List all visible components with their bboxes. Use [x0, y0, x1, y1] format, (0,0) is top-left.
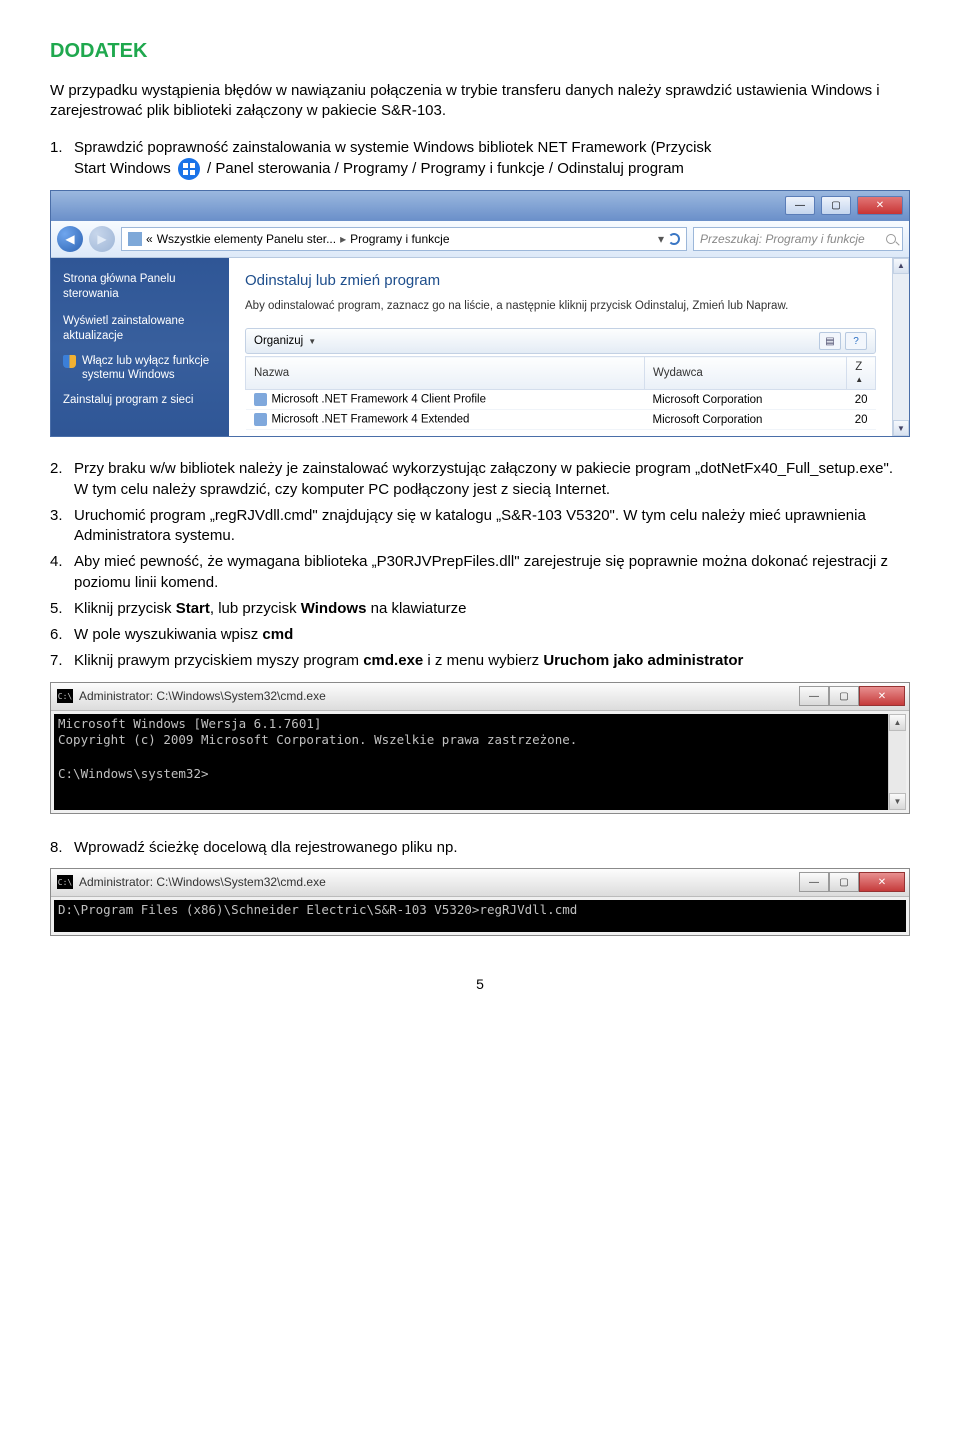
table-row[interactable]: Microsoft .NET Framework 4 Extended Micr… — [246, 410, 876, 430]
intro-text: W przypadku wystąpienia błędów w nawiąza… — [50, 81, 910, 122]
cmd-title-text: Administrator: C:\Windows\System32\cmd.e… — [79, 689, 793, 703]
app-icon — [254, 413, 267, 426]
maximize-button[interactable]: ▢ — [829, 872, 859, 892]
col-publisher[interactable]: Wydawca — [645, 357, 847, 390]
scroll-down-icon[interactable]: ▼ — [893, 420, 909, 436]
window-titlebar: — ▢ ✕ — [51, 191, 909, 221]
cmd-output: D:\Program Files (x86)\Schneider Electri… — [54, 900, 906, 932]
programs-table: Nazwa Wydawca Z ▲ Microsoft .NET Framewo… — [245, 356, 876, 430]
sidebar-link-updates[interactable]: Wyświetl zainstalowaneaktualizacje — [63, 314, 217, 344]
step-8: 8.Wprowadź ścieżkę docelową dla rejestro… — [50, 838, 910, 858]
dropdown-icon: ▼ — [308, 337, 316, 346]
search-input[interactable]: Przeszukaj: Programy i funkcje — [693, 227, 903, 251]
maximize-button[interactable]: ▢ — [829, 686, 859, 706]
step-6: 6. W pole wyszukiwania wpisz cmd — [50, 625, 910, 645]
breadcrumb-segment-2[interactable]: Programy i funkcje — [350, 232, 449, 246]
cmd-titlebar: C:\ Administrator: C:\Windows\System32\c… — [51, 869, 909, 897]
cmd-icon: C:\ — [57, 689, 73, 703]
cmd-title-text: Administrator: C:\Windows\System32\cmd.e… — [79, 875, 793, 889]
breadcrumb-dropdown-icon[interactable]: ▾ — [658, 232, 664, 246]
minimize-button[interactable]: — — [785, 196, 815, 215]
list-toolbar: Organizuj▼ ▤ ? — [245, 328, 876, 354]
chevron-right-icon: ▸ — [340, 232, 346, 246]
cmd-window-2: C:\ Administrator: C:\Windows\System32\c… — [50, 868, 910, 936]
app-icon — [254, 393, 267, 406]
minimize-button[interactable]: — — [799, 686, 829, 706]
cmd-output: Microsoft Windows [Wersja 6.1.7601] Copy… — [54, 714, 888, 810]
control-panel-window: — ▢ ✕ ◀ ▶ « Wszystkie elementy Panelu st… — [50, 190, 910, 438]
step1-text-a: Sprawdzić poprawność zainstalowania w sy… — [74, 139, 711, 156]
minimize-button[interactable]: — — [799, 872, 829, 892]
sidebar: Strona główna Panelusterowania Wyświetl … — [51, 258, 229, 437]
control-panel-icon — [128, 232, 142, 246]
table-row[interactable]: Microsoft .NET Framework 4 Client Profil… — [246, 390, 876, 410]
step1-text-c: / Panel sterowania / Programy / Programy… — [207, 160, 684, 177]
step-4: 4.Aby mieć pewność, że wymagana bibliote… — [50, 552, 910, 593]
step-2: 2.Przy braku w/w bibliotek należy je zai… — [50, 459, 910, 500]
sidebar-link-features[interactable]: Włącz lub wyłącz funkcjesystemu Windows — [63, 354, 217, 384]
main-heading: Odinstaluj lub zmień program — [245, 272, 876, 289]
step1-text-b: Start Windows — [74, 160, 171, 177]
col-name[interactable]: Nazwa — [246, 357, 645, 390]
windows-logo-icon — [178, 158, 200, 180]
back-button[interactable]: ◀ — [57, 226, 83, 252]
cmd-titlebar: C:\ Administrator: C:\Windows\System32\c… — [51, 683, 909, 711]
search-icon — [886, 234, 896, 244]
cmd-icon: C:\ — [57, 875, 73, 889]
sidebar-home-link[interactable]: Strona główna Panelusterowania — [63, 272, 217, 302]
breadcrumb[interactable]: « Wszystkie elementy Panelu ster... ▸ Pr… — [121, 227, 687, 251]
sidebar-link-network-install[interactable]: Zainstaluj program z sieci — [63, 393, 217, 408]
step-3: 3.Uruchomić program „regRJVdll.cmd" znaj… — [50, 506, 910, 547]
nav-toolbar: ◀ ▶ « Wszystkie elementy Panelu ster... … — [51, 221, 909, 258]
maximize-button[interactable]: ▢ — [821, 196, 851, 215]
scroll-up-icon[interactable]: ▲ — [889, 714, 906, 731]
vertical-scrollbar[interactable]: ▲ ▼ — [888, 714, 906, 810]
organize-button[interactable]: Organizuj▼ — [254, 335, 316, 347]
step-1: 1. Sprawdzić poprawność zainstalowania w… — [50, 138, 910, 180]
close-button[interactable]: ✕ — [859, 686, 905, 706]
scroll-up-icon[interactable]: ▲ — [893, 258, 909, 274]
step-7: 7. Kliknij prawym przyciskiem myszy prog… — [50, 651, 910, 671]
vertical-scrollbar[interactable]: ▲ ▼ — [892, 258, 909, 437]
page-title: DODATEK — [50, 40, 910, 63]
breadcrumb-dbl: « — [146, 232, 153, 246]
shield-icon — [63, 355, 76, 368]
help-button[interactable]: ? — [845, 332, 867, 350]
main-description: Aby odinstalować program, zaznacz go na … — [245, 299, 876, 315]
breadcrumb-segment-1[interactable]: Wszystkie elementy Panelu ster... — [157, 232, 336, 246]
search-placeholder: Przeszukaj: Programy i funkcje — [700, 232, 865, 246]
page-number: 5 — [50, 976, 910, 992]
cmd-window-1: C:\ Administrator: C:\Windows\System32\c… — [50, 682, 910, 814]
col-z[interactable]: Z ▲ — [847, 357, 876, 390]
forward-button[interactable]: ▶ — [89, 226, 115, 252]
refresh-icon[interactable] — [668, 233, 680, 245]
step-5: 5. Kliknij przycisk Start, lub przycisk … — [50, 599, 910, 619]
view-button[interactable]: ▤ — [819, 332, 841, 350]
close-button[interactable]: ✕ — [859, 872, 905, 892]
close-button[interactable]: ✕ — [857, 196, 903, 215]
scroll-down-icon[interactable]: ▼ — [889, 793, 906, 810]
